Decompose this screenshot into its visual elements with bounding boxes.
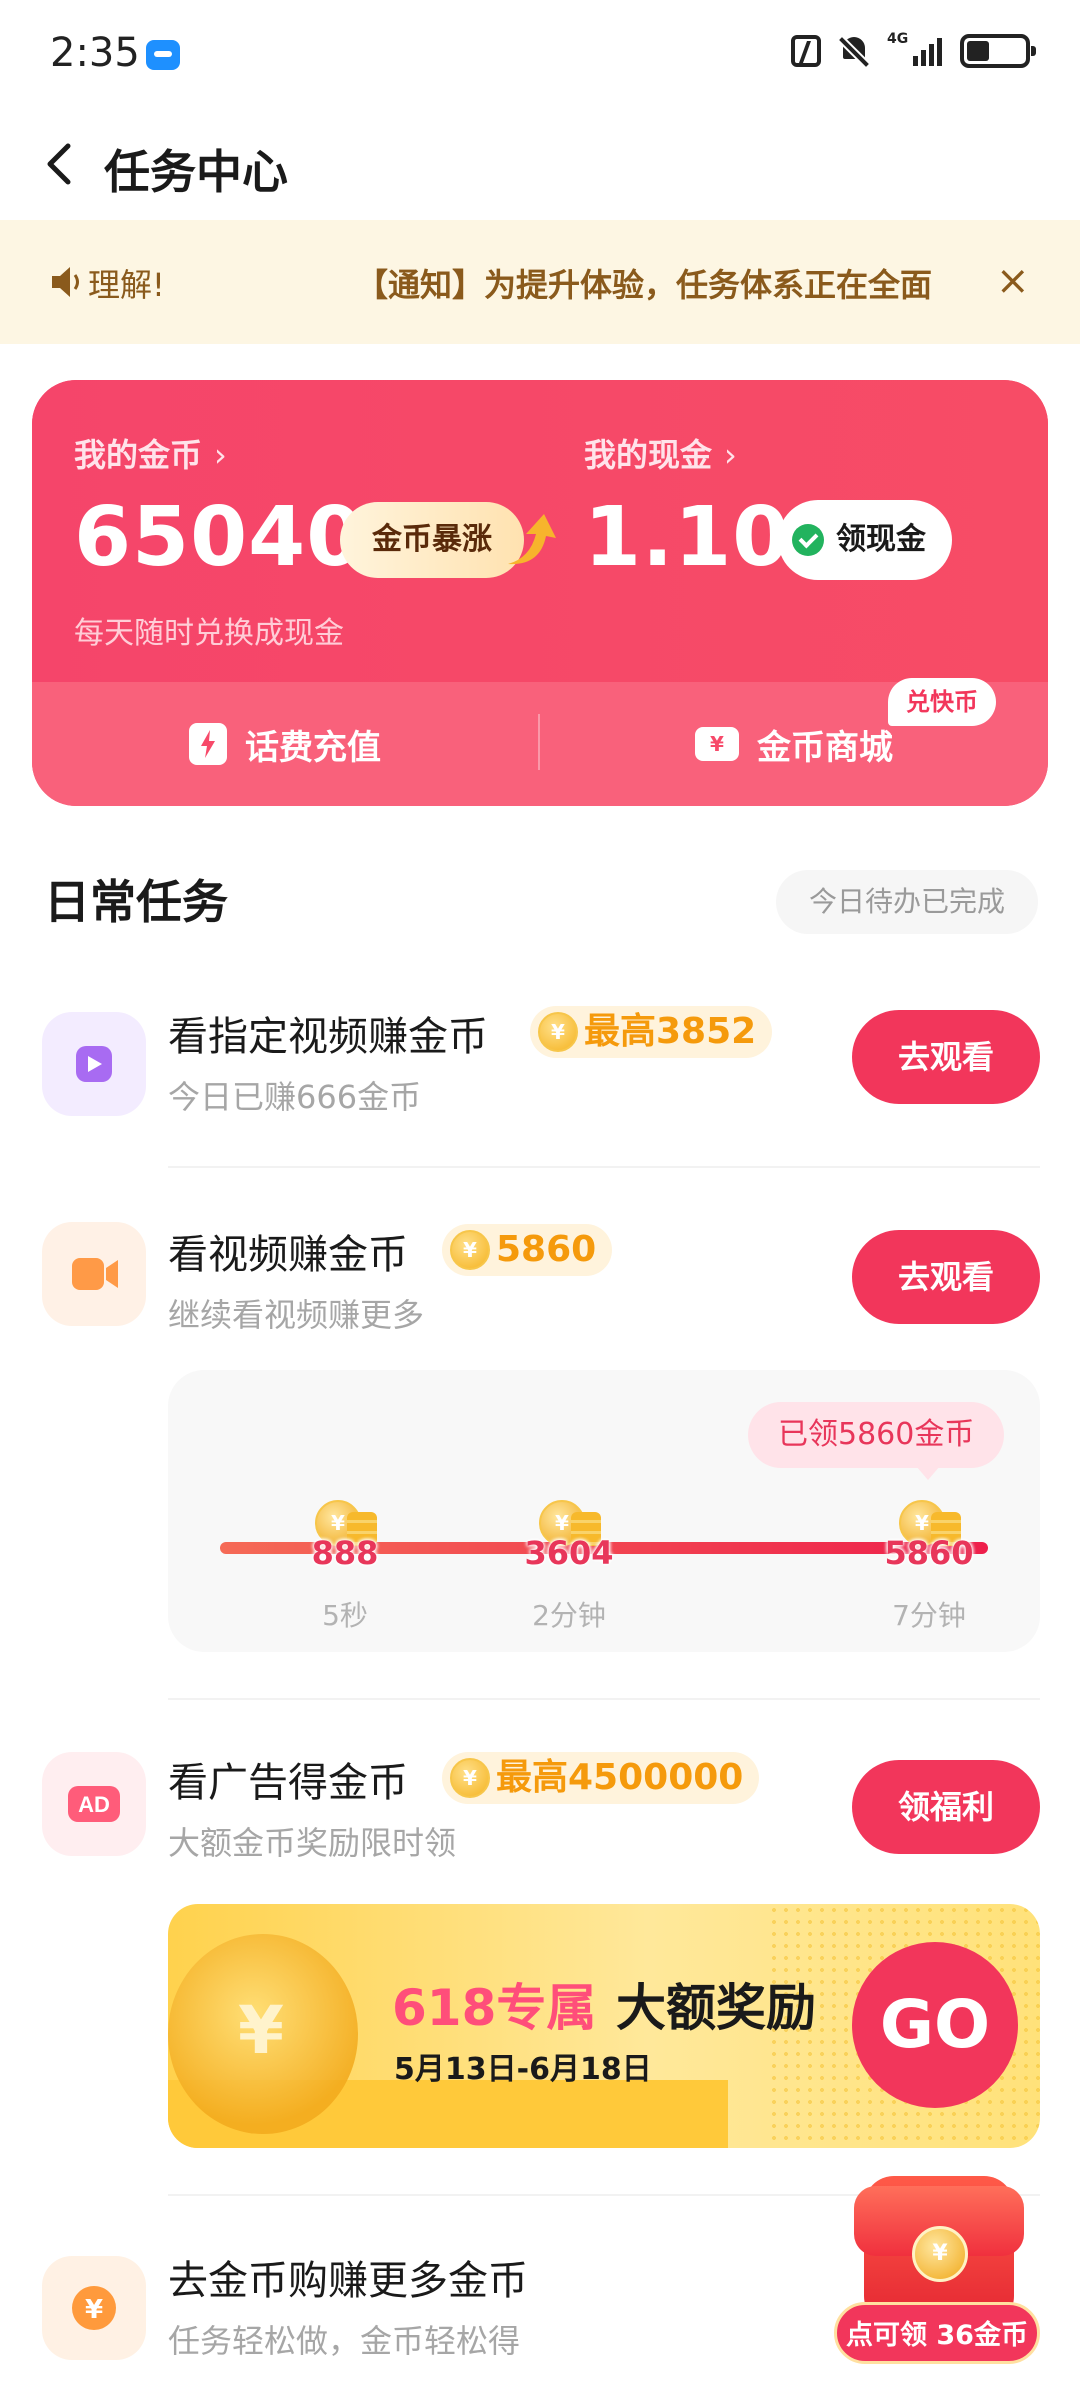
yen-coin-icon xyxy=(450,1230,490,1270)
wallet-summary: 我的金币 › 65040 金币暴涨 我的现金 › 1.10 领现金 每天随时兑换成现… xyxy=(32,380,1048,682)
claim-cash-label: 领现金 xyxy=(836,522,926,557)
banner-date: 5月13日-6月18日 xyxy=(394,2052,652,2087)
gift-claim-badge[interactable]: 点可领 36金币 xyxy=(834,2302,1040,2364)
status-icons: 4G xyxy=(791,32,1036,68)
signal-icon: 4G xyxy=(887,32,942,66)
chevron-left-icon[interactable] xyxy=(40,142,84,186)
watch-button[interactable]: 去观看 xyxy=(852,1230,1040,1324)
close-icon[interactable]: × xyxy=(996,258,1030,304)
milestone: 3604 2分钟 xyxy=(514,1500,624,1634)
milestone-time: 7分钟 xyxy=(892,1599,966,1632)
cash-balance: 1.10 xyxy=(584,490,791,585)
divider xyxy=(168,1166,1040,1168)
divider xyxy=(168,1698,1040,1700)
wallet-subtitle: 每天随时兑换成现金 xyxy=(74,616,344,651)
chat-notification-icon xyxy=(146,40,180,70)
status-bar: 2:35 4G xyxy=(0,0,1080,110)
svg-text:AD: AD xyxy=(78,1792,110,1817)
milestone-value: 888 xyxy=(311,1534,379,1572)
banner-highlight: 618专属 xyxy=(392,1979,597,2037)
task-subtitle: 今日已赚666金币 xyxy=(168,1078,422,1116)
coin-mall-label: 金币商城 xyxy=(757,727,893,768)
speaker-icon xyxy=(52,267,79,297)
notice-text-fragment: 理解! xyxy=(88,266,165,304)
milestone-value: 3604 xyxy=(524,1534,614,1572)
network-type-label: 4G xyxy=(887,31,909,47)
my-cash-label: 我的现金 xyxy=(584,436,713,474)
nfc-icon xyxy=(791,35,821,67)
yen-coin-icon xyxy=(450,1758,490,1798)
coins-balance: 65040 xyxy=(74,490,365,585)
my-coins-link[interactable]: 我的金币 › xyxy=(74,430,227,476)
quick-coin-badge: 兑快币 xyxy=(888,678,996,726)
milestone: 5860 7分钟 xyxy=(874,1500,984,1634)
reward-badge: 最高3852 xyxy=(530,1006,773,1058)
notice-text: 【通知】为提升体验，任务体系正在全面 xyxy=(356,266,933,304)
chevron-right-icon: › xyxy=(214,436,227,474)
lightning-icon xyxy=(189,723,227,765)
go-button[interactable]: GO xyxy=(852,1942,1018,2108)
page-header: 任务中心 xyxy=(0,110,1080,220)
wechat-check-icon xyxy=(792,524,824,556)
milestone: 888 5秒 xyxy=(290,1500,400,1634)
ad-icon: AD xyxy=(42,1752,146,1856)
ticket-icon: ¥ xyxy=(695,727,739,761)
chevron-right-icon: › xyxy=(724,436,737,474)
milestone-value: 5860 xyxy=(884,1534,974,1572)
my-cash-link[interactable]: 我的现金 › xyxy=(584,430,737,476)
banner-title: 大额奖励 xyxy=(616,1979,816,2037)
my-coins-label: 我的金币 xyxy=(74,436,203,474)
claim-cash-button[interactable]: 领现金 xyxy=(778,500,952,580)
reward-badge: 最高4500000 xyxy=(442,1752,760,1804)
task-subtitle: 任务轻松做，金币轻松得 xyxy=(168,2322,521,2360)
yen-coin-icon xyxy=(538,1012,578,1052)
task-subtitle: 继续看视频赚更多 xyxy=(168,1296,425,1334)
task-title: 去金币购赚更多金币 xyxy=(168,2258,528,2304)
mute-bell-icon xyxy=(839,35,869,67)
milestone-time: 2分钟 xyxy=(532,1599,606,1632)
yen-coin-icon: ¥ xyxy=(42,2256,146,2360)
watch-button[interactable]: 去观看 xyxy=(852,1010,1040,1104)
task-title: 看指定视频赚金币 xyxy=(168,1014,488,1060)
notice-bar: 理解! 【通知】为提升体验，任务体系正在全面 × xyxy=(0,220,1080,344)
task-subtitle: 大额金币奖励限时领 xyxy=(168,1824,457,1862)
video-camera-icon xyxy=(42,1222,146,1326)
yen-glyph: ¥ xyxy=(238,1992,284,2069)
play-icon xyxy=(42,1012,146,1116)
page-title: 任务中心 xyxy=(104,145,288,199)
video-progress-panel: 已领5860金币 888 5秒 3604 2分钟 5860 7分钟 xyxy=(168,1370,1040,1652)
task-title: 看广告得金币 xyxy=(168,1760,408,1806)
promo-banner[interactable]: ¥ 618专属 大额奖励 5月13日-6月18日 GO xyxy=(168,1904,1040,2148)
milestone-time: 5秒 xyxy=(322,1599,368,1632)
battery-icon xyxy=(960,34,1036,68)
coin-surge-button[interactable]: 金币暴涨 xyxy=(340,502,524,578)
task-title: 看视频赚金币 xyxy=(168,1232,408,1278)
phone-topup-label: 话费充值 xyxy=(245,727,381,768)
claimed-tooltip: 已领5860金币 xyxy=(748,1402,1005,1480)
status-time: 2:35 xyxy=(50,30,140,76)
svg-text:¥: ¥ xyxy=(85,2295,103,2325)
section-title: 日常任务 xyxy=(44,875,228,929)
phone-topup-button[interactable]: 话费充值 xyxy=(32,682,538,806)
yen-coin-icon xyxy=(912,2226,968,2282)
arrow-up-icon xyxy=(508,514,556,565)
daily-status-badge: 今日待办已完成 xyxy=(776,870,1038,934)
wallet-card: 我的金币 › 65040 金币暴涨 我的现金 › 1.10 领现金 每天随时兑换成现… xyxy=(32,380,1048,806)
reward-badge: 5860 xyxy=(442,1224,613,1276)
floating-gift[interactable]: 点可领 36金币 xyxy=(834,2176,1050,2376)
claim-benefit-button[interactable]: 领福利 xyxy=(852,1760,1040,1854)
